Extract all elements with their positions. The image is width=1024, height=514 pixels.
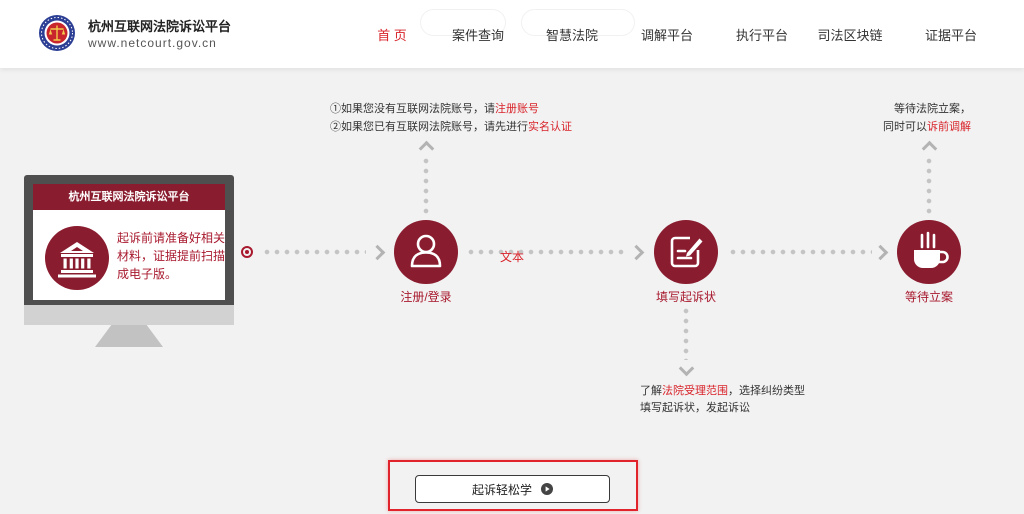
chevron-down-icon [678, 360, 694, 376]
litigation-tutorial-button[interactable]: 起诉轻松学 [415, 475, 610, 503]
preparation-tip: 起诉前请准备好相关 材料，证据提前扫描 成电子版。 [117, 229, 225, 283]
nav-item-smart-court[interactable]: 智慧法院 [546, 27, 598, 45]
nav-item-mediation[interactable]: 调解平台 [641, 27, 693, 45]
step-label: 注册/登录 [400, 290, 452, 304]
step-await-filing[interactable] [897, 220, 961, 284]
step-label: 填写起诉状 [655, 290, 716, 304]
preparation-tip-line: 材料，证据提前扫描 [117, 249, 226, 263]
monitor-chin [24, 305, 234, 325]
dotted-connector-vertical [683, 306, 689, 360]
edit-document-icon [670, 236, 703, 268]
nav-item-blockchain[interactable]: 司法区块链 [817, 27, 882, 45]
start-point-dot [245, 250, 249, 254]
nav-item-evidence[interactable]: 证据平台 [925, 27, 977, 45]
step-file-complaint[interactable] [654, 220, 718, 284]
preparation-tip-line: 起诉前请准备好相关 [117, 231, 226, 245]
start-point-icon [241, 246, 253, 258]
note-line: ①如果您没有互联网法院账号，请注册账号 [330, 100, 572, 118]
monitor-stand [95, 325, 163, 347]
note-text: 等待法院立案， [894, 103, 971, 115]
connector-label: 文本 [500, 250, 525, 264]
play-circle-icon [541, 483, 553, 495]
note-line: 填写起诉状，发起诉讼 [640, 400, 805, 417]
file-complaint-note: 了解法院受理范围，选择纠纷类型 填写起诉状，发起诉讼 [640, 383, 805, 417]
monitor-screen: 杭州互联网法院诉讼平台 起诉前请准备好相关 材料，证据提前扫描 成电子版。 [33, 184, 225, 300]
preparation-tip-line: 成电子版。 [117, 267, 178, 281]
app-root: 杭州互联网法院诉讼平台 www.netcourt.gov.cn 首 页 案件查询… [0, 0, 1024, 514]
litigation-tutorial-label: 起诉轻松学 [471, 482, 532, 497]
note-text: 了解 [640, 385, 662, 397]
courthouse-icon [45, 226, 109, 290]
real-name-verification-link[interactable]: 实名认证 [528, 121, 572, 133]
coffee-cup-icon [914, 231, 949, 268]
note-text: 同时可以 [883, 121, 927, 133]
chevron-right-icon [628, 244, 644, 260]
user-icon [410, 234, 442, 268]
chevron-right-icon [369, 244, 385, 260]
main-nav: 首 页 案件查询 智慧法院 调解平台 执行平台 司法区块链 证据平台 [0, 0, 1024, 68]
chevron-right-icon [872, 244, 888, 260]
dotted-connector-vertical [926, 156, 932, 214]
nav-item-case-query[interactable]: 案件查询 [452, 27, 504, 45]
nav-item-execution[interactable]: 执行平台 [736, 27, 788, 45]
monitor-title: 杭州互联网法院诉讼平台 [33, 184, 225, 210]
step-register-login[interactable] [394, 220, 458, 284]
note-line: 同时可以诉前调解 [850, 118, 971, 136]
top-header: 杭州互联网法院诉讼平台 www.netcourt.gov.cn 首 页 案件查询… [0, 0, 1024, 68]
dotted-connector [728, 249, 872, 255]
acceptance-scope-link[interactable]: 法院受理范围 [662, 385, 728, 397]
note-text: ②如果您已有互联网法院账号，请先进行 [330, 121, 528, 133]
note-line: 了解法院受理范围，选择纠纷类型 [640, 383, 805, 400]
note-text: ①如果您没有互联网法院账号，请 [330, 103, 495, 115]
register-note: ①如果您没有互联网法院账号，请注册账号 ②如果您已有互联网法院账号，请先进行实名… [330, 100, 572, 136]
register-account-link[interactable]: 注册账号 [495, 103, 539, 115]
note-text: ，选择纠纷类型 [728, 385, 805, 397]
await-filing-note: 等待法院立案， 同时可以诉前调解 [850, 100, 971, 136]
step-label: 等待立案 [904, 290, 953, 304]
chevron-up-icon [418, 140, 434, 156]
dotted-connector-vertical [423, 156, 429, 214]
note-line: ②如果您已有互联网法院账号，请先进行实名认证 [330, 118, 572, 136]
dotted-connector [466, 249, 628, 255]
note-line: 等待法院立案， [850, 100, 971, 118]
chevron-up-icon [921, 140, 937, 156]
pre-litigation-mediation-link[interactable]: 诉前调解 [927, 121, 971, 133]
note-text: 填写起诉状，发起诉讼 [640, 402, 750, 414]
dotted-connector [262, 249, 366, 255]
nav-item-home[interactable]: 首 页 [377, 27, 407, 45]
